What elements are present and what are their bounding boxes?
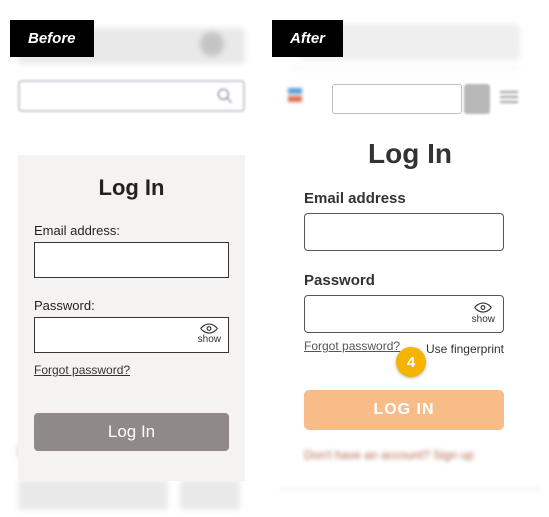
before-email-input[interactable] [34,242,229,278]
after-title: Log In [280,138,540,170]
after-password-input[interactable]: show [304,295,504,333]
after-email-label: Email address [304,190,504,207]
menu-icon[interactable] [500,88,518,106]
after-screen: Log In Email address Password show Forgo… [280,0,540,517]
after-password-label: Password [304,272,504,289]
callout-marker-4: 4 [396,347,426,377]
logo-blurred [288,88,320,112]
after-search-input[interactable] [332,84,462,114]
after-signup-hint: Don't have an account? Sign up [304,448,504,462]
before-title: Log In [34,175,229,201]
before-forgot-password-link[interactable]: Forgot password? [34,363,130,377]
show-password-toggle[interactable]: show [198,323,221,345]
after-show-password-toggle[interactable]: show [472,302,495,325]
before-email-label: Email address: [34,223,229,238]
after-show-text: show [472,314,495,325]
before-login-card: Log In Email address: Password: show For… [18,155,245,481]
before-login-button[interactable]: Log In [34,413,229,451]
before-badge: Before [10,20,94,57]
after-tabbar-blurred [280,489,540,517]
before-password-label: Password: [34,298,229,313]
search-input-blurred [18,80,245,112]
after-badge: After [272,20,343,57]
use-fingerprint-link[interactable]: Use fingerprint [426,342,504,356]
show-text: show [198,334,221,345]
search-icon [215,86,235,111]
after-search-button[interactable] [464,84,490,114]
after-forgot-password-link[interactable]: Forgot password? [304,339,400,353]
after-email-input[interactable] [304,213,504,251]
after-login-button[interactable]: LOG IN [304,390,504,430]
